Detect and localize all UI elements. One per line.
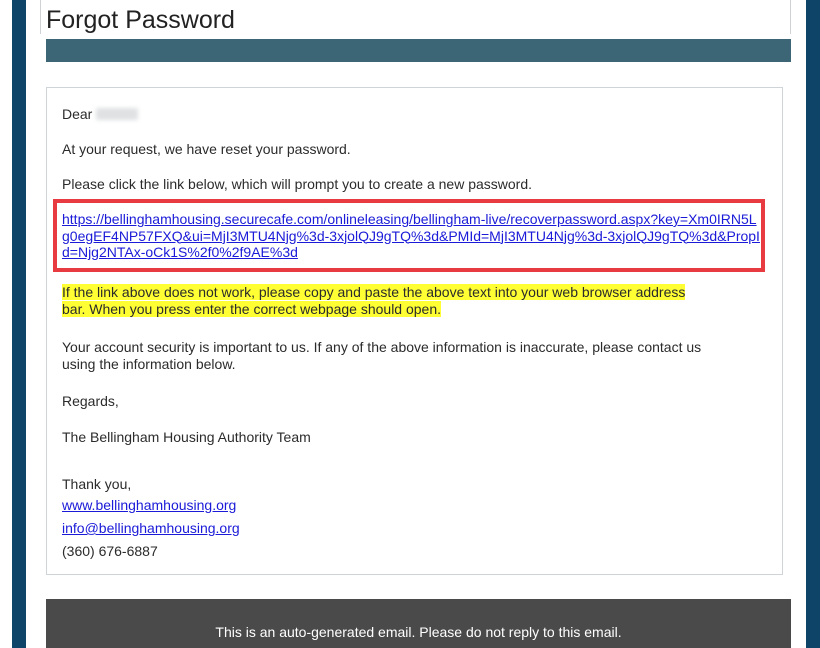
website-line: www.bellinghamhousing.org [62, 497, 236, 513]
reset-notice: At your request, we have reset your pass… [62, 141, 351, 157]
highlighted-text: bar. When you press enter the correct we… [62, 301, 442, 317]
greeting-line: Dear [62, 106, 139, 122]
redacted-name [96, 108, 139, 120]
thank-you: Thank you, [62, 476, 132, 492]
regards: Regards, [62, 393, 119, 409]
website-link[interactable]: www.bellinghamhousing.org [62, 497, 236, 513]
copy-paste-line-2: bar. When you press enter the correct we… [62, 301, 442, 317]
highlighted-text: If the link above does not work, please … [62, 284, 686, 300]
left-side-bar [12, 0, 26, 648]
right-side-bar [806, 0, 820, 648]
footer-bar: This is an auto-generated email. Please … [46, 599, 791, 648]
instruction-text: Please click the link below, which will … [62, 176, 532, 192]
page-border-left [40, 0, 41, 34]
contact-email-link[interactable]: info@bellinghamhousing.org [62, 520, 240, 536]
security-line-1: Your account security is important to us… [62, 339, 702, 355]
security-line-2: using the information below. [62, 356, 236, 372]
page-border-right [790, 0, 791, 34]
auto-generated-notice: This is an auto-generated email. Please … [215, 624, 622, 640]
reset-password-link[interactable]: https://bellinghamhousing.securecafe.com… [62, 211, 762, 261]
signature: The Bellingham Housing Authority Team [62, 429, 311, 445]
page-title: Forgot Password [46, 6, 235, 34]
greeting: Dear [62, 106, 93, 122]
phone-number: (360) 676-6887 [62, 543, 158, 559]
copy-paste-line-1: If the link above does not work, please … [62, 284, 686, 300]
email-line: info@bellinghamhousing.org [62, 520, 240, 536]
header-band [46, 39, 791, 62]
